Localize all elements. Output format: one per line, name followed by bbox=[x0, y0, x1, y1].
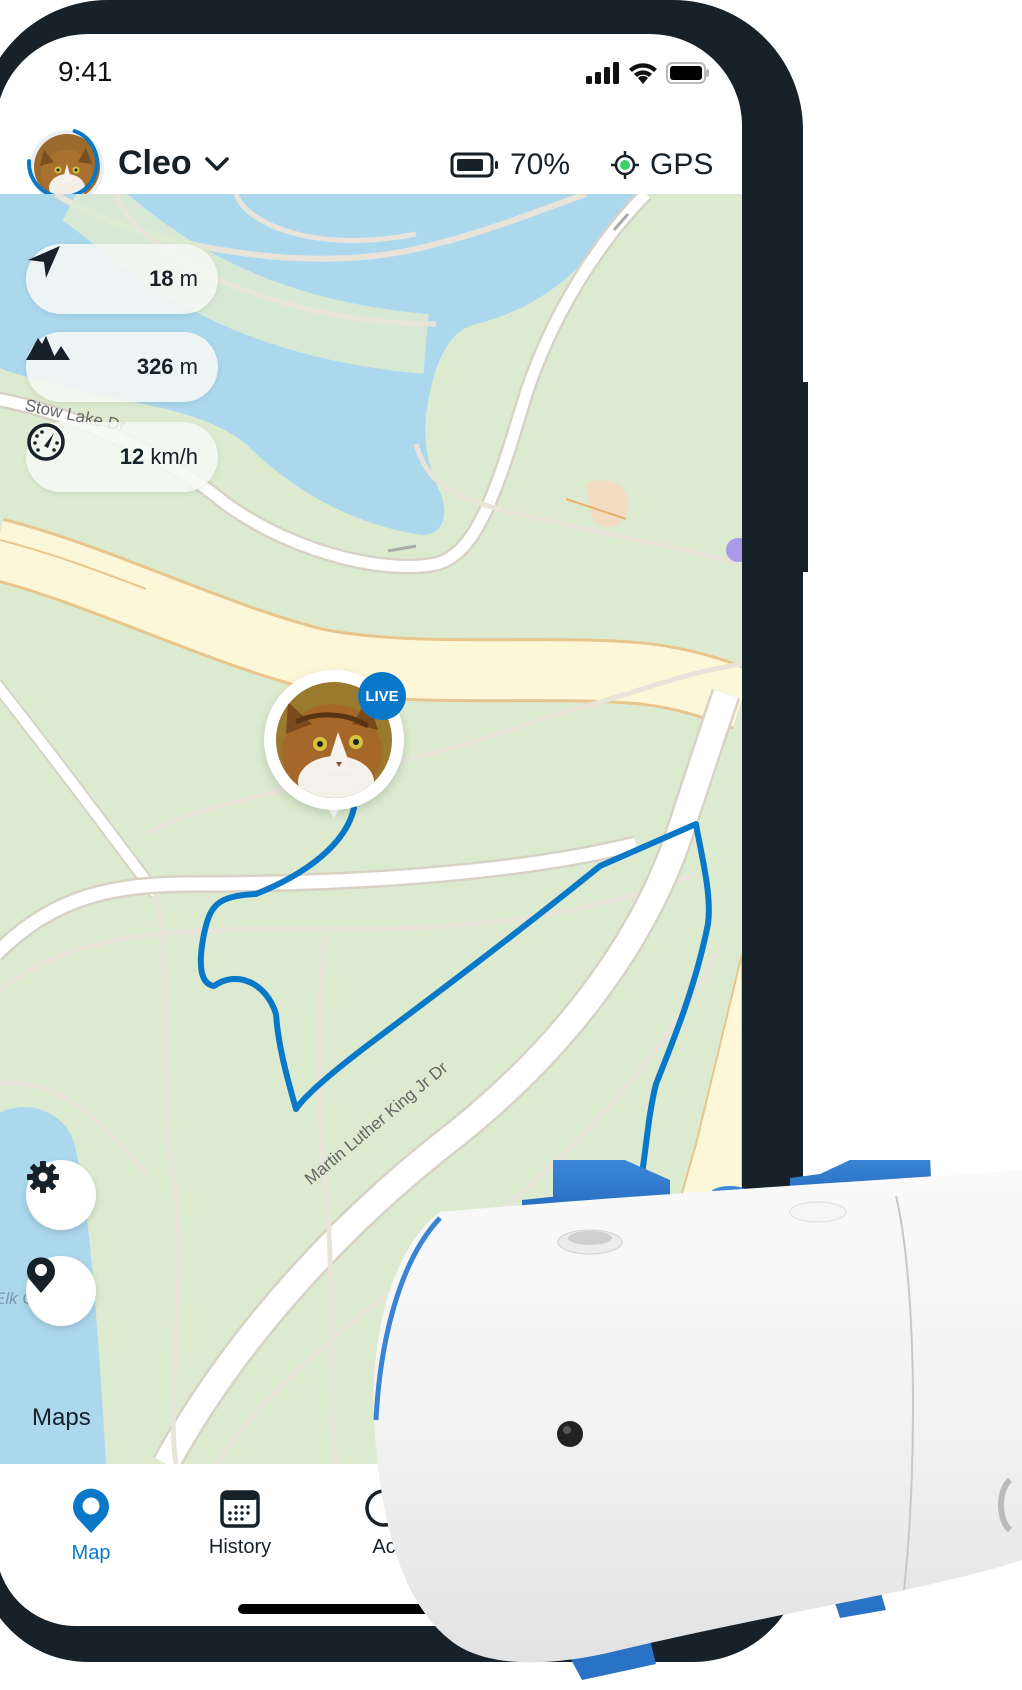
maps-label: Maps bbox=[32, 1404, 91, 1431]
battery-ring bbox=[27, 127, 99, 199]
distance-unit: m bbox=[179, 266, 198, 291]
gps-tracker-device bbox=[373, 1160, 1022, 1680]
gps-label: GPS bbox=[650, 148, 714, 181]
tab-history[interactable]: History bbox=[170, 1488, 310, 1559]
speed-stat: 12 km/h bbox=[26, 422, 218, 492]
tab-history-label: History bbox=[208, 1536, 272, 1558]
speed-value: 12 bbox=[119, 444, 145, 469]
battery-percent: 70% bbox=[510, 148, 571, 181]
speed-unit: km/h bbox=[150, 444, 198, 469]
live-badge: LIVE bbox=[358, 672, 406, 720]
tracker-body bbox=[373, 1170, 1022, 1663]
gps-target-icon bbox=[611, 151, 639, 179]
tracker-button-right bbox=[789, 1201, 847, 1223]
speedometer-icon bbox=[27, 423, 86, 477]
pet-name: Cleo bbox=[118, 144, 192, 182]
distance-stat: 18 m bbox=[26, 244, 218, 314]
tracker-sensor bbox=[557, 1421, 583, 1447]
chevron-down-icon bbox=[204, 156, 229, 171]
signal-icon bbox=[586, 62, 619, 84]
gps-status[interactable]: GPS bbox=[610, 148, 713, 182]
wifi-icon bbox=[629, 63, 657, 84]
navigation-arrow-icon bbox=[28, 246, 86, 299]
distance-value: 18 bbox=[149, 266, 174, 291]
pet-selector[interactable]: Cleo bbox=[118, 144, 230, 183]
battery-icon bbox=[450, 152, 498, 178]
tracker-battery: 70% bbox=[450, 148, 570, 182]
system-icons bbox=[586, 62, 710, 84]
map-pin-icon bbox=[73, 1488, 109, 1533]
calendar-icon bbox=[220, 1490, 260, 1528]
altitude-value: 326 bbox=[136, 354, 174, 379]
battery-icon bbox=[666, 62, 709, 84]
maps-layer-button[interactable] bbox=[26, 1256, 96, 1326]
map-settings-button[interactable] bbox=[26, 1160, 96, 1230]
altitude-stat: 326 m bbox=[26, 332, 218, 402]
map-pin-icon bbox=[27, 1257, 56, 1293]
pet-location-marker[interactable]: LIVE bbox=[264, 670, 406, 840]
gear-icon bbox=[27, 1161, 59, 1193]
mountains-icon bbox=[26, 336, 86, 387]
phone-side-button bbox=[800, 382, 808, 572]
altitude-unit: m bbox=[179, 354, 198, 379]
tab-map-label: Map bbox=[71, 1542, 111, 1564]
status-time: 9:41 bbox=[58, 56, 113, 87]
tab-map[interactable]: Map bbox=[21, 1488, 161, 1565]
